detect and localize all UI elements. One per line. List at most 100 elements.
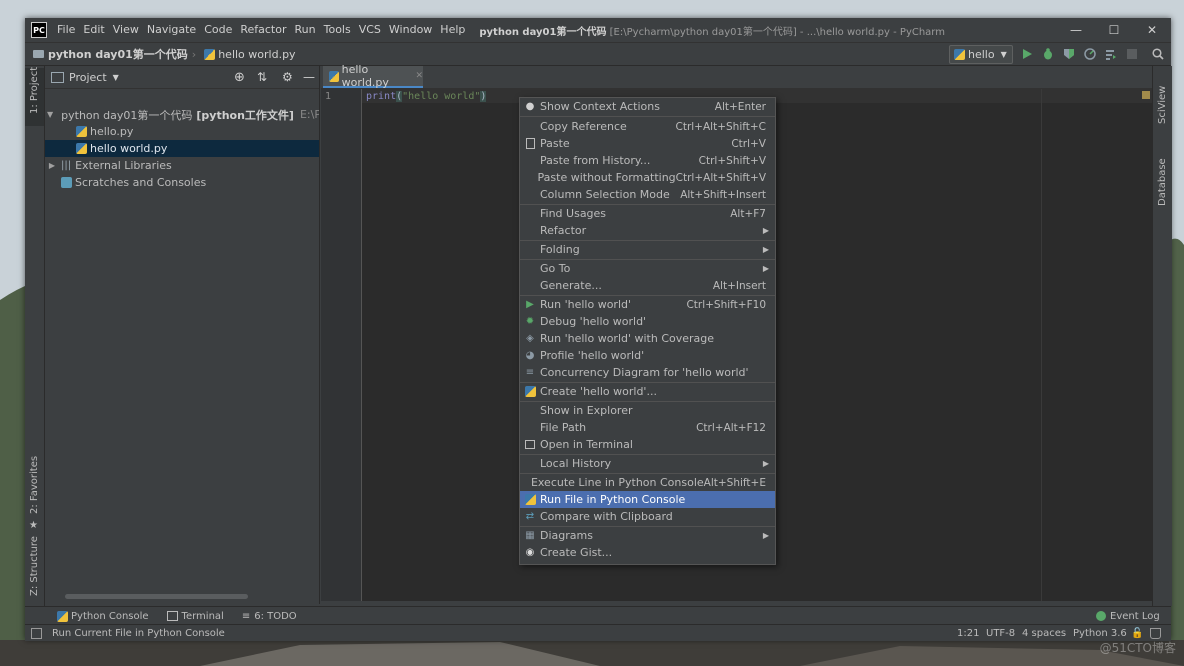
menu-navigate[interactable]: Navigate	[143, 18, 200, 42]
concurrency-icon[interactable]	[1105, 48, 1117, 60]
memory-indicator-icon[interactable]	[1150, 627, 1161, 639]
menu-refactor[interactable]: Refactor	[236, 18, 290, 42]
line-number: 1	[325, 91, 332, 102]
database-tool-button[interactable]: Database	[1153, 134, 1172, 210]
submenu-arrow-icon: ▶	[762, 264, 769, 273]
menu-item-copy-reference[interactable]: Copy Reference Ctrl+Alt+Shift+C	[520, 118, 775, 135]
file-encoding[interactable]: UTF-8	[986, 628, 1015, 639]
menu-item-show-in-explorer[interactable]: Show in Explorer	[520, 402, 775, 419]
sciview-tool-button[interactable]: SciView	[1153, 72, 1172, 128]
lock-icon[interactable]: 🔓	[1131, 628, 1143, 639]
project-panel-title[interactable]: Project	[69, 71, 107, 84]
chevron-down-icon[interactable]: ▼	[113, 73, 119, 82]
menu-item-paste-from-history[interactable]: Paste from History... Ctrl+Shift+V	[520, 152, 775, 169]
menu-item-show-context-actions[interactable]: ● Show Context Actions Alt+Enter	[520, 98, 775, 115]
tree-item-external-libraries[interactable]: ▶ ||| External Libraries	[45, 157, 319, 174]
profile-icon: ◕	[525, 350, 535, 361]
menu-view[interactable]: View	[109, 18, 143, 42]
menu-item-run[interactable]: ▶ Run 'hello world' Ctrl+Shift+F10	[520, 296, 775, 313]
window-title: python day01第一个代码 [E:\Pycharm\python day…	[479, 23, 945, 38]
indent-setting[interactable]: 4 spaces	[1022, 628, 1066, 639]
tool-window-toggle-icon[interactable]	[31, 627, 42, 639]
tab-hello-world-py[interactable]: hello world.py ✕	[323, 63, 423, 89]
menu-item-create-gist[interactable]: ◉ Create Gist...	[520, 544, 775, 561]
breadcrumb-project[interactable]: python day01第一个代码	[25, 46, 188, 62]
menu-item-column-selection-mode[interactable]: Column Selection Mode Alt+Shift+Insert	[520, 186, 775, 203]
debug-icon: ✹	[525, 316, 535, 327]
menu-item-create-run-config[interactable]: Create 'hello world'...	[520, 383, 775, 400]
menu-item-compare-with-clipboard[interactable]: ⇄ Compare with Clipboard	[520, 508, 775, 525]
gear-icon[interactable]: ⚙	[282, 70, 293, 84]
menu-item-diagrams[interactable]: ▦ Diagrams ▶	[520, 527, 775, 544]
menu-item-debug[interactable]: ✹ Debug 'hello world'	[520, 313, 775, 330]
menu-vcs[interactable]: VCS	[355, 18, 385, 42]
profile-icon[interactable]	[1084, 48, 1096, 60]
menu-window[interactable]: Window	[385, 18, 436, 42]
tree-item-label: Scratches and Consoles	[75, 176, 207, 189]
close-button[interactable]: ✕	[1133, 18, 1171, 42]
pycharm-logo-icon: PC	[31, 22, 47, 38]
tree-item-label: hello.py	[90, 125, 134, 138]
menu-item-paste[interactable]: Paste Ctrl+V	[520, 135, 775, 152]
collapse-arrow-icon[interactable]: ▶	[47, 161, 57, 170]
hide-icon[interactable]: —	[303, 70, 315, 84]
coverage-icon[interactable]	[1063, 48, 1075, 60]
tree-item-project-root[interactable]: ▼ python day01第一个代码 [python工作文件] E:\Pych…	[45, 106, 319, 123]
code-string: "hello world"	[402, 91, 481, 102]
expand-arrow-icon[interactable]: ▼	[47, 110, 53, 119]
menu-item-refactor[interactable]: Refactor ▶	[520, 222, 775, 239]
context-menu: ● Show Context Actions Alt+Enter Copy Refe…	[519, 97, 776, 565]
menu-item-file-path[interactable]: File Path Ctrl+Alt+F12	[520, 419, 775, 436]
python-icon	[954, 49, 965, 60]
menu-item-run-file-in-console[interactable]: Run File in Python Console	[520, 491, 775, 508]
menu-item-go-to[interactable]: Go To ▶	[520, 260, 775, 277]
minimize-button[interactable]: —	[1057, 18, 1095, 42]
close-tab-icon[interactable]: ✕	[415, 71, 423, 81]
caret-position[interactable]: 1:21	[957, 628, 979, 639]
menu-item-concurrency-diagram[interactable]: ≡ Concurrency Diagram for 'hello world'	[520, 364, 775, 381]
menu-item-open-in-terminal[interactable]: Open in Terminal	[520, 436, 775, 453]
project-tool-button[interactable]: 1: Project	[25, 67, 44, 126]
terminal-tool-button[interactable]: Terminal	[166, 611, 224, 622]
menu-item-label: Column Selection Mode	[540, 188, 670, 201]
menu-item-find-usages[interactable]: Find Usages Alt+F7	[520, 205, 775, 222]
todo-tool-button[interactable]: ≡ 6: TODO	[242, 611, 297, 622]
menu-file[interactable]: File	[53, 18, 79, 42]
menu-item-local-history[interactable]: Local History ▶	[520, 455, 775, 472]
menu-tools[interactable]: Tools	[320, 18, 355, 42]
run-icon[interactable]	[1021, 48, 1033, 60]
python-interpreter[interactable]: Python 3.6	[1073, 628, 1127, 639]
run-configuration-select[interactable]: hello ▼	[949, 45, 1013, 64]
breadcrumb-file[interactable]: hello world.py	[200, 48, 296, 61]
debug-icon[interactable]	[1042, 48, 1054, 60]
stop-icon[interactable]	[1126, 48, 1138, 60]
menu-item-folding[interactable]: Folding ▶	[520, 241, 775, 258]
tree-item-hello-world-py[interactable]: hello world.py	[45, 140, 319, 157]
sciview-tool-label: SciView	[1157, 85, 1168, 124]
menu-code[interactable]: Code	[200, 18, 236, 42]
coverage-icon: ◈	[526, 333, 534, 344]
favorites-tool-button[interactable]: 2: Favorites ★	[25, 456, 44, 536]
run-icon: ▶	[526, 299, 534, 310]
tree-item-hello-py[interactable]: hello.py	[45, 123, 319, 140]
menu-item-generate[interactable]: Generate... Alt+Insert	[520, 277, 775, 294]
maximize-button[interactable]: ☐	[1095, 18, 1133, 42]
menu-help[interactable]: Help	[436, 18, 469, 42]
structure-tool-button[interactable]: Z: Structure	[25, 536, 44, 606]
menu-item-paste-without-formatting[interactable]: Paste without Formatting Ctrl+Alt+Shift+V	[520, 169, 775, 186]
search-icon[interactable]	[1152, 48, 1164, 60]
menu-run[interactable]: Run	[291, 18, 320, 42]
horizontal-scrollbar[interactable]	[65, 594, 248, 599]
submenu-arrow-icon: ▶	[762, 459, 769, 468]
tree-item-scratches[interactable]: Scratches and Consoles	[45, 174, 319, 191]
menu-item-execute-line[interactable]: Execute Line in Python Console Alt+Shift+…	[520, 474, 775, 491]
menu-edit[interactable]: Edit	[79, 18, 108, 42]
event-log-tool-button[interactable]: Event Log	[1096, 611, 1160, 622]
collapse-all-icon[interactable]: ⇅	[257, 70, 267, 84]
python-console-tool-button[interactable]: Python Console	[53, 610, 149, 622]
locate-icon[interactable]: ⊕	[234, 70, 245, 85]
code-line-1[interactable]: print("hello world")	[366, 90, 487, 104]
menu-item-profile[interactable]: ◕ Profile 'hello world'	[520, 347, 775, 364]
menu-item-run-with-coverage[interactable]: ◈ Run 'hello world' with Coverage	[520, 330, 775, 347]
editor-gutter: 1	[321, 89, 362, 601]
